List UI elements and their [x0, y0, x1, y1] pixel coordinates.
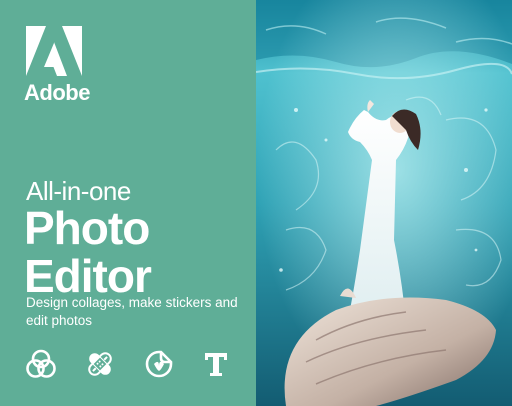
- adobe-logo-icon: [26, 26, 82, 76]
- hero-image: [256, 0, 512, 406]
- text-icon: [205, 353, 227, 376]
- feature-icons: [0, 348, 256, 384]
- color-circles-icon: [26, 349, 56, 378]
- product-banner: Adobe All-in-one Photo Editor Design col…: [0, 0, 512, 406]
- title-line-2: Editor: [24, 250, 152, 302]
- tagline: All-in-one: [26, 176, 131, 206]
- info-panel: Adobe All-in-one Photo Editor Design col…: [0, 0, 256, 406]
- bandage-icon: [88, 352, 112, 376]
- title-line-1: Photo: [24, 202, 150, 254]
- description: Design collages, make stickers and edit …: [26, 295, 238, 328]
- underwater-woman-illustration: [256, 0, 512, 406]
- sticker-icon: [145, 350, 173, 378]
- brand-name: Adobe: [24, 80, 90, 105]
